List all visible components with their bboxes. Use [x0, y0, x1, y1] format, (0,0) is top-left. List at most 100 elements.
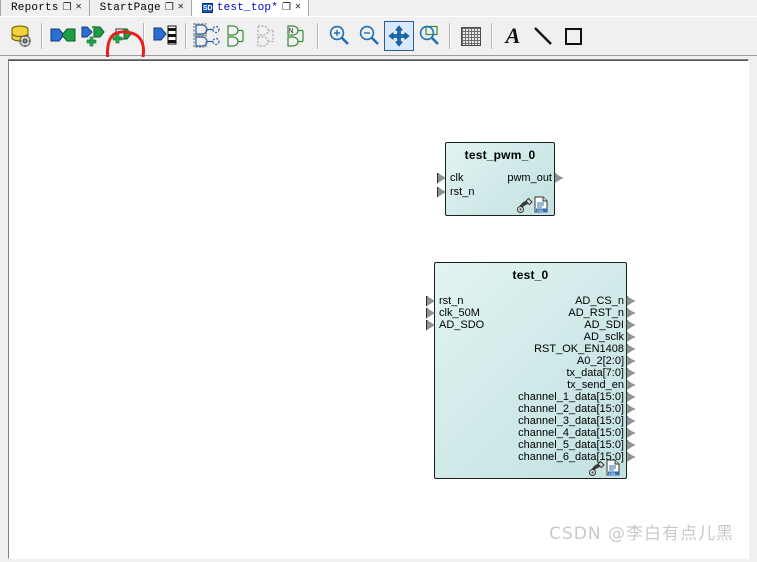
svg-text:N: N	[289, 28, 294, 35]
input-pin-rst-n[interactable]: rst_n	[437, 186, 474, 198]
output-pin-channel-1-data[interactable]: channel_1_data[15:0]	[518, 391, 635, 403]
output-pin-a0-2[interactable]: A0_2[2:0]	[577, 355, 635, 367]
hdl-symbol-icon[interactable]	[150, 21, 180, 51]
nand-gate-icon[interactable]: N	[282, 21, 312, 51]
restore-icon[interactable]: ❐	[282, 3, 291, 13]
pin-arrow-icon	[626, 427, 635, 439]
pin-label: clk_50M	[439, 307, 480, 319]
schematic-block-test-0[interactable]: test_0 rst_n clk_50M AD_SDO AD_CS_n AD_R…	[426, 262, 635, 479]
bus-connect-icon[interactable]	[192, 21, 222, 51]
toolbar-separator	[185, 23, 187, 49]
pin-label: tx_send_en	[567, 379, 624, 391]
document-tab-strip[interactable]: Reports ❐ ✕ StartPage ❐ ✕ SD test_top* ❐…	[0, 0, 757, 16]
toolbar-separator	[449, 23, 451, 49]
output-pin-ad-cs-n[interactable]: AD_CS_n	[575, 295, 635, 307]
pin-label: AD_SDI	[584, 319, 624, 331]
toolbar-separator	[41, 23, 43, 49]
zoom-fit-icon[interactable]	[384, 21, 414, 51]
hdl-badge-icon: HDL	[517, 196, 548, 213]
pin-arrow-icon	[437, 172, 446, 184]
input-pin-ad-sdo[interactable]: AD_SDO	[426, 319, 484, 331]
pin-label: clk	[450, 172, 464, 184]
input-pin-rst-n[interactable]: rst_n	[426, 295, 463, 307]
pin-arrow-icon	[626, 331, 635, 343]
output-pin-channel-3-data[interactable]: channel_3_data[15:0]	[518, 415, 635, 427]
pin-arrow-icon	[626, 403, 635, 415]
pin-arrow-icon	[426, 307, 435, 319]
zoom-in-icon[interactable]	[324, 21, 354, 51]
pin-label: AD_sclk	[583, 331, 624, 343]
pin-arrow-icon	[626, 415, 635, 427]
pin-arrow-icon	[626, 379, 635, 391]
output-pin-ad-sdi[interactable]: AD_SDI	[584, 319, 635, 331]
generate-database-icon[interactable]	[6, 21, 36, 51]
schematic-toolbar[interactable]: N A	[0, 16, 757, 75]
toolbar-separator	[143, 23, 145, 49]
pin-label: pwm_out	[507, 172, 552, 184]
restore-icon[interactable]: ❐	[63, 3, 72, 13]
line-tool-icon[interactable]	[528, 21, 558, 51]
tab-reports[interactable]: Reports ❐ ✕	[0, 0, 90, 16]
zoom-out-icon[interactable]	[354, 21, 384, 51]
pin-label: A0_2[2:0]	[576, 355, 624, 367]
watermark-text: CSDN @李白有点儿黑	[549, 524, 734, 544]
pin-arrow-icon	[626, 391, 635, 403]
svg-text:HDL: HDL	[609, 472, 616, 476]
tab-label: StartPage	[99, 2, 161, 14]
restore-icon[interactable]: ❐	[165, 3, 174, 13]
block-title: test_0	[512, 268, 549, 282]
pin-label: tx_data[7:0]	[566, 367, 625, 379]
hdl-badge-icon: HDL	[589, 459, 620, 476]
pin-label: rst_n	[450, 186, 475, 198]
and-gate-icon[interactable]	[222, 21, 252, 51]
add-output-port-icon[interactable]	[108, 21, 138, 51]
pin-arrow-icon	[626, 451, 635, 463]
dashed-gate-icon[interactable]	[252, 21, 282, 51]
schematic-canvas[interactable]: test_pwm_0 clk rst_n pwm_out HDL test_0 …	[8, 59, 749, 559]
create-symbol-icon[interactable]	[48, 21, 78, 51]
tab-label: Reports	[11, 2, 59, 14]
output-pin-tx-send-en[interactable]: tx_send_en	[567, 379, 635, 391]
schematic-document-icon: SD	[201, 3, 213, 13]
add-port-icon[interactable]	[78, 21, 108, 51]
tab-label: test_top*	[216, 2, 279, 14]
output-pin-ad-sclk[interactable]: AD_sclk	[584, 331, 635, 343]
pin-arrow-icon	[626, 319, 635, 331]
pin-label: rst_n	[439, 295, 464, 307]
pin-arrow-icon	[554, 172, 563, 184]
pin-arrow-icon	[626, 367, 635, 379]
pin-arrow-icon	[426, 319, 435, 331]
pin-arrow-icon	[626, 295, 635, 307]
schematic-block-test-pwm-0[interactable]: test_pwm_0 clk rst_n pwm_out HDL	[437, 142, 563, 216]
pin-arrow-icon	[626, 307, 635, 319]
text-tool-icon[interactable]: A	[498, 21, 528, 51]
grid-icon[interactable]	[456, 21, 486, 51]
zoom-area-icon[interactable]	[414, 21, 444, 51]
input-pin-clk-50m[interactable]: clk_50M	[426, 307, 480, 319]
output-pin-tx-data[interactable]: tx_data[7:0]	[566, 367, 635, 379]
close-icon[interactable]: ✕	[178, 3, 184, 13]
pin-label: channel_2_data[15:0]	[518, 403, 624, 415]
pin-arrow-icon	[437, 186, 446, 198]
close-icon[interactable]: ✕	[76, 3, 82, 13]
rectangle-tool-icon[interactable]	[558, 21, 588, 51]
output-pin-ad-rst-n[interactable]: AD_RST_n	[568, 307, 635, 319]
tab-test-top[interactable]: SD test_top* ❐ ✕	[191, 0, 310, 16]
input-pin-clk[interactable]: clk	[437, 172, 463, 184]
output-pin-channel-5-data[interactable]: channel_5_data[15:0]	[518, 439, 635, 451]
pin-label: channel_4_data[15:0]	[518, 427, 624, 439]
pin-label: channel_5_data[15:0]	[518, 439, 624, 451]
pin-label: channel_1_data[15:0]	[518, 391, 624, 403]
output-pin-pwm-out[interactable]: pwm_out	[507, 172, 563, 184]
pin-arrow-icon	[426, 295, 435, 307]
output-pin-channel-2-data[interactable]: channel_2_data[15:0]	[518, 403, 635, 415]
pin-label: AD_RST_n	[568, 307, 624, 319]
output-pin-rst-ok-en1408[interactable]: RST_OK_EN1408	[534, 343, 635, 355]
application-window: Reports ❐ ✕ StartPage ❐ ✕ SD test_top* ❐…	[0, 0, 757, 562]
tab-startpage[interactable]: StartPage ❐ ✕	[89, 0, 192, 16]
pin-label: RST_OK_EN1408	[534, 343, 624, 355]
text-tool-glyph: A	[505, 23, 521, 48]
schematic-canvas-area[interactable]: test_pwm_0 clk rst_n pwm_out HDL test_0 …	[0, 57, 757, 562]
close-icon[interactable]: ✕	[295, 3, 301, 13]
output-pin-channel-4-data[interactable]: channel_4_data[15:0]	[518, 427, 635, 439]
